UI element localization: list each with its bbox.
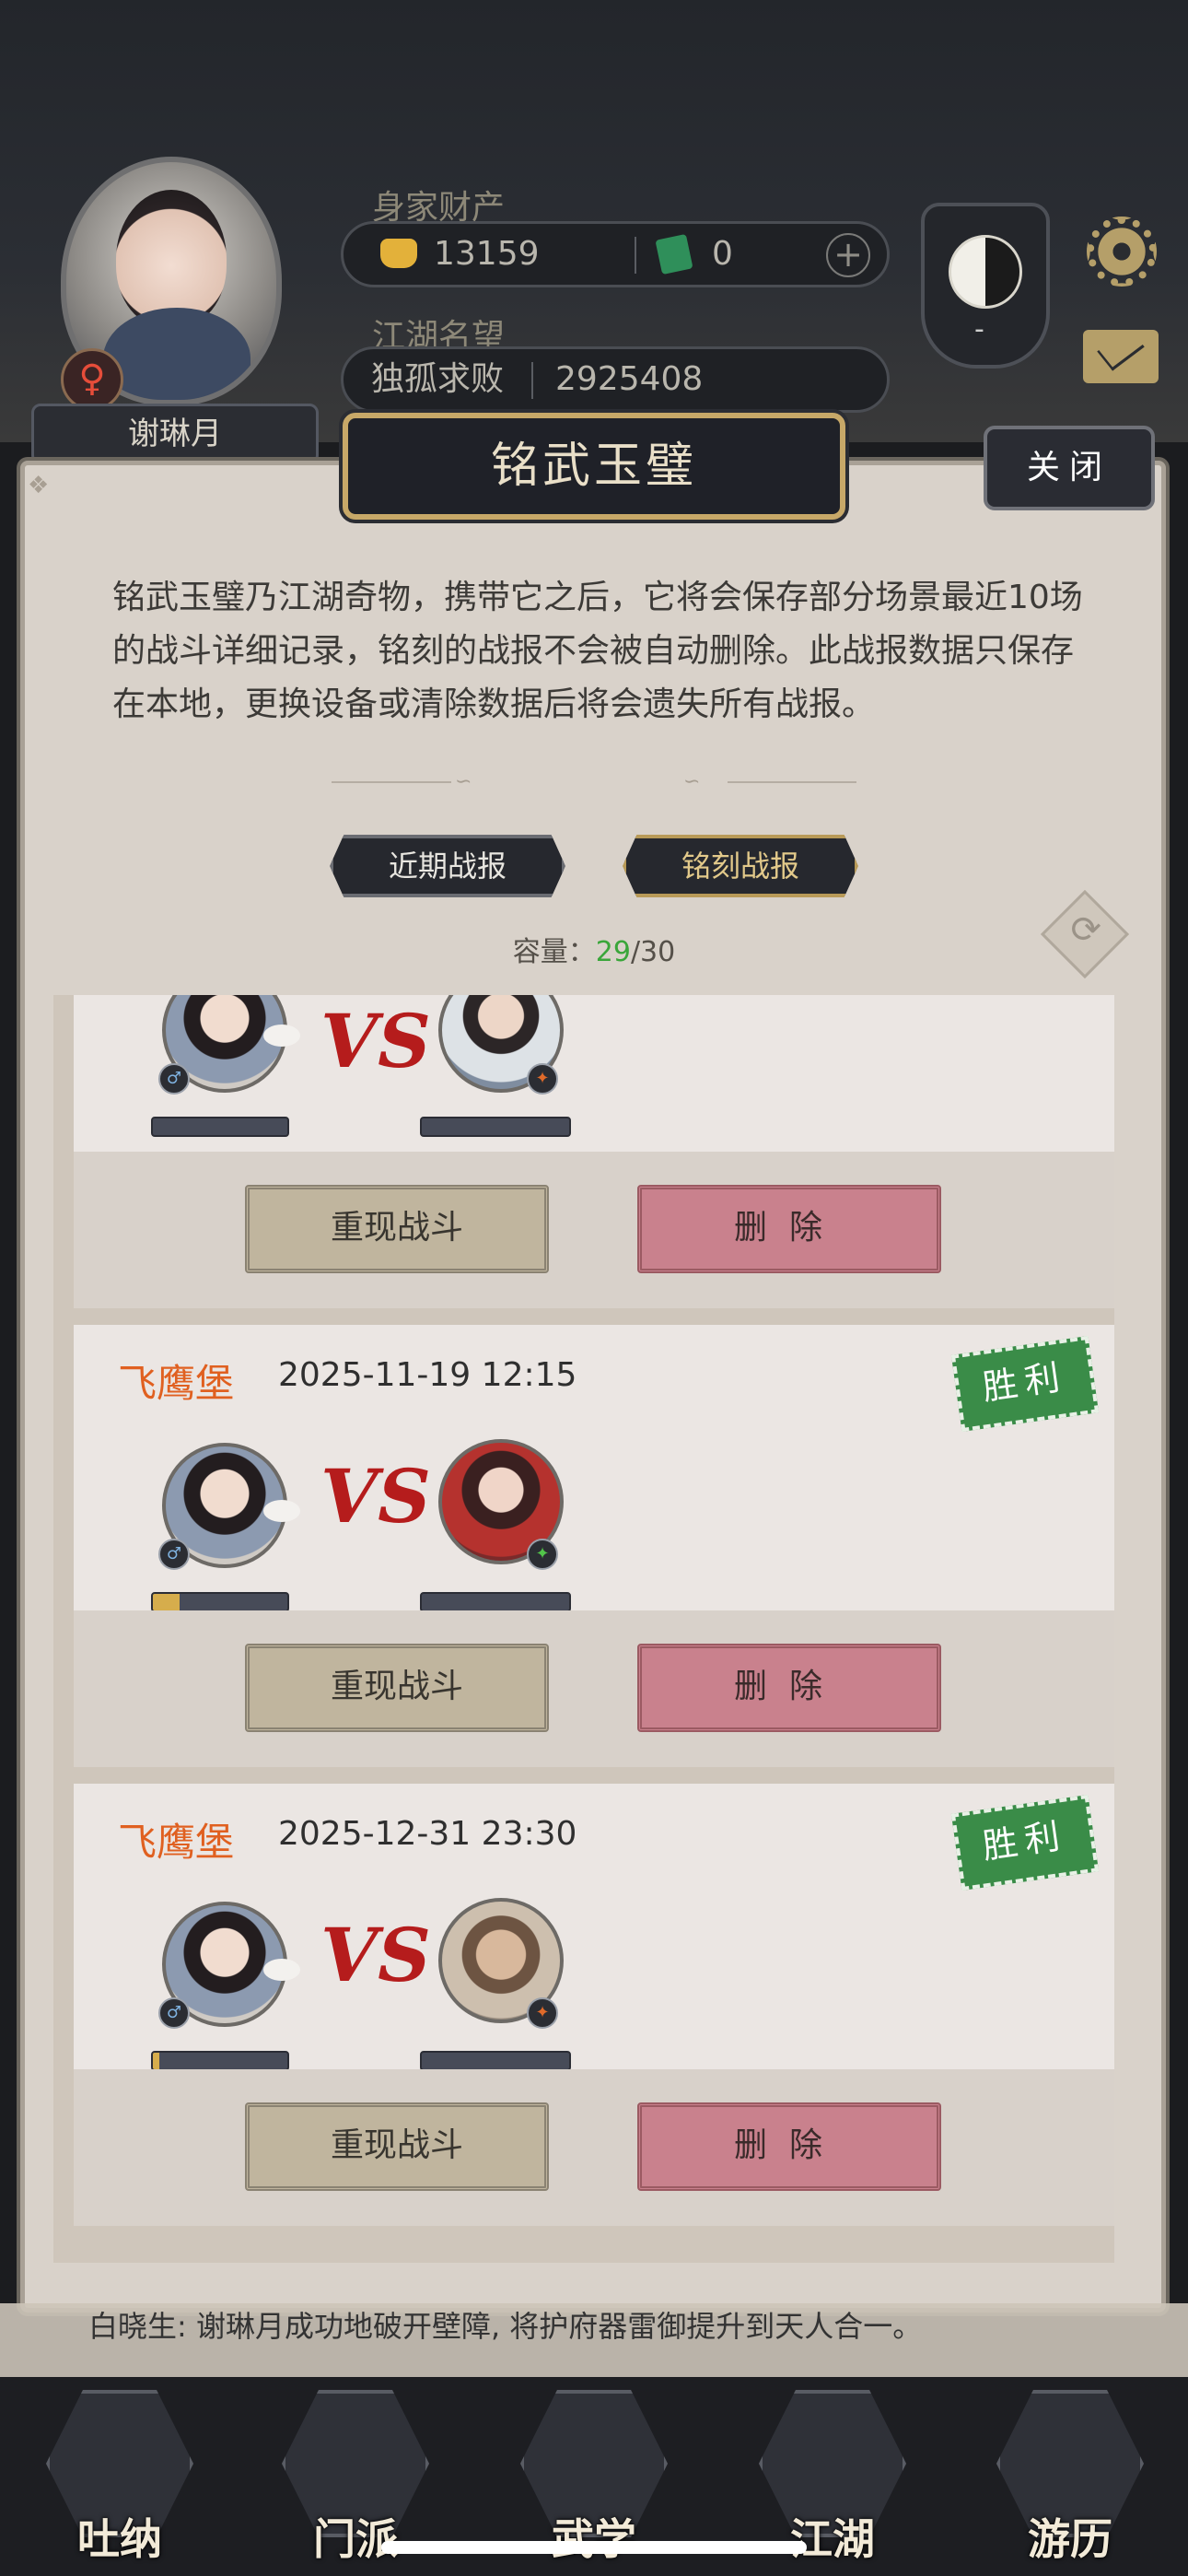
divider-ornament <box>332 781 451 783</box>
vs-icon: VS <box>320 1912 431 1998</box>
taiji-icon <box>949 235 1022 309</box>
battle-time: 2025-12-31 23:30 <box>278 1815 577 1853</box>
nav-label: 武学 <box>552 2514 636 2564</box>
victory-stamp: 胜利 <box>950 1794 1100 1891</box>
divider-ornament: ∽ <box>683 770 701 793</box>
delete-battle-button[interactable]: 删除 <box>637 2102 941 2191</box>
player-hp-bar <box>151 1117 289 1137</box>
capacity-used: 29 <box>595 936 631 968</box>
battle-card: ♂ VS ✦ 重现战斗 删除 <box>74 995 1114 1308</box>
battle-report-list[interactable]: ♂ VS ✦ 重现战斗 删除 飞鹰堡 2025-11-19 12:15 胜利 ♂… <box>53 995 1114 2263</box>
opponent-hp-bar <box>420 1117 571 1137</box>
player-hp-bar <box>151 1592 289 1612</box>
corner-ornament: ❖ <box>28 472 50 499</box>
tab-recent-reports[interactable]: 近期战报 <box>330 835 565 897</box>
battle-card: 飞鹰堡 2025-11-19 12:15 胜利 ♂ VS ✦ 重现战斗 删除 <box>74 1325 1114 1767</box>
male-icon: ♂ <box>158 1539 190 1570</box>
reputation-title: 独孤求败 <box>371 360 505 398</box>
wing-decoration <box>263 1959 300 1981</box>
opponent-hp-bar <box>420 2051 571 2071</box>
capacity-readout: 容量：29/30 <box>0 929 1188 969</box>
jade-icon <box>655 233 693 275</box>
taiji-dash: - <box>974 313 984 345</box>
wing-decoration <box>263 1500 300 1522</box>
female-icon: ♀ <box>61 348 123 411</box>
nav-label: 门派 <box>313 2514 398 2564</box>
card-actions: 重现战斗 删除 <box>74 1610 1114 1767</box>
divider <box>635 237 636 274</box>
gold-amount: 13159 <box>434 235 540 273</box>
opponent-hp-bar <box>420 1592 571 1612</box>
replay-battle-button[interactable]: 重现战斗 <box>245 1185 549 1273</box>
wood-element-icon: ✦ <box>527 1539 558 1570</box>
close-button[interactable]: 关闭 <box>984 426 1155 510</box>
feed-line: 白晓生: 谢琳月成功地破开壁障, 将护府器雷御提升到天人合一。 <box>88 2309 923 2344</box>
nav-label: 吐纳 <box>77 2514 162 2564</box>
capacity-total: /30 <box>630 936 676 968</box>
add-currency-button[interactable]: + <box>826 233 870 277</box>
nav-tuna[interactable]: 吐纳 <box>28 2377 212 2576</box>
mail-icon[interactable] <box>1083 330 1159 383</box>
home-indicator[interactable] <box>381 2541 807 2554</box>
card-actions: 重现战斗 删除 <box>74 1152 1114 1308</box>
reputation-bar: 独孤求败 2925408 <box>341 346 890 413</box>
capacity-label: 容量： <box>512 936 596 968</box>
nav-travel[interactable]: 游历 <box>978 2377 1162 2576</box>
divider-ornament <box>728 781 856 783</box>
delete-battle-button[interactable]: 删除 <box>637 1644 941 1732</box>
vs-icon: VS <box>320 998 431 1084</box>
vs-icon: VS <box>320 1453 431 1540</box>
fire-element-icon: ✦ <box>527 1063 558 1095</box>
nav-label: 江湖 <box>790 2514 875 2564</box>
gold-icon <box>380 239 417 268</box>
divider <box>531 362 533 399</box>
nav-label: 游历 <box>1028 2514 1112 2564</box>
jade-amount: 0 <box>712 235 733 273</box>
divider-ornament: ∽ <box>455 770 472 793</box>
gear-icon[interactable] <box>1087 217 1157 287</box>
wealth-bar: 13159 0 + <box>341 221 890 287</box>
card-actions: 重现战斗 删除 <box>74 2069 1114 2226</box>
replay-battle-button[interactable]: 重现战斗 <box>245 1644 549 1732</box>
avatar-body <box>103 308 250 400</box>
battle-location: 飞鹰堡 <box>118 1361 235 1406</box>
tab-engraved-reports[interactable]: 铭刻战报 <box>623 835 858 897</box>
delete-battle-button[interactable]: 删除 <box>637 1185 941 1273</box>
reputation-value: 2925408 <box>555 360 704 398</box>
battle-card: 飞鹰堡 2025-12-31 23:30 胜利 ♂ VS ✦ 重现战斗 删除 <box>74 1784 1114 2226</box>
modal-title: 铭武玉璧 <box>343 413 845 520</box>
hp-fill <box>153 2053 160 2069</box>
battle-time: 2025-11-19 12:15 <box>278 1356 577 1394</box>
wing-decoration <box>263 1025 300 1047</box>
hp-fill <box>153 1594 181 1610</box>
male-icon: ♂ <box>158 1997 190 2029</box>
player-name: 谢琳月 <box>31 404 319 464</box>
battle-location: 飞鹰堡 <box>118 1820 235 1865</box>
replay-battle-button[interactable]: 重现战斗 <box>245 2102 549 2191</box>
fire-element-icon: ✦ <box>527 1997 558 2029</box>
victory-stamp: 胜利 <box>950 1335 1100 1433</box>
player-hp-bar <box>151 2051 289 2071</box>
intro-text: 铭武玉璧乃江湖奇物，携带它之后，它将会保存部分场景最近10场的战斗详细记录，铭刻… <box>112 579 1083 723</box>
male-icon: ♂ <box>158 1063 190 1095</box>
